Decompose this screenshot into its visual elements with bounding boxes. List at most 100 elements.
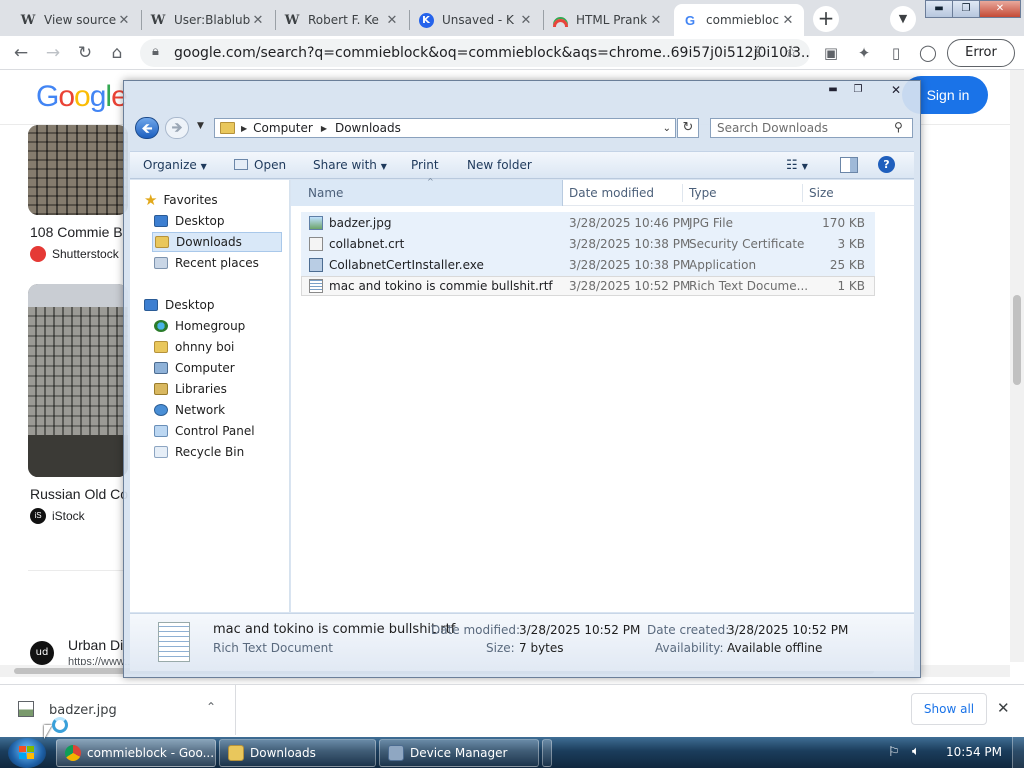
result-source-1[interactable]: Shutterstock xyxy=(30,246,119,262)
back-button[interactable]: 🡸 xyxy=(135,117,159,139)
tab-html-prank[interactable]: HTML Prank ✕ xyxy=(544,4,672,36)
window-minimize-button[interactable]: ▬ xyxy=(925,0,953,18)
forward-arrow-icon[interactable]: → xyxy=(42,42,64,64)
file-row[interactable]: CollabnetCertInstaller.exe 3/28/2025 10:… xyxy=(301,255,875,275)
search-downloads-input[interactable]: Search Downloads xyxy=(710,118,913,138)
close-tab-icon[interactable]: ✕ xyxy=(780,13,796,28)
nav-ohnny-boi[interactable]: ohnny boi xyxy=(154,337,234,357)
nav-homegroup[interactable]: Homegroup xyxy=(154,316,245,336)
share-icon[interactable]: ⇪ xyxy=(752,43,765,61)
recent-pages-chevron-icon[interactable]: ▼ xyxy=(197,121,204,131)
nav-network[interactable]: Network xyxy=(154,400,225,420)
column-header-size[interactable]: Size xyxy=(809,186,834,200)
forward-button[interactable]: 🡺 xyxy=(165,117,189,139)
explorer-minimize-button[interactable]: ▬ xyxy=(821,83,845,99)
nav-downloads[interactable]: Downloads xyxy=(152,232,282,252)
breadcrumb-computer[interactable]: Computer xyxy=(253,121,313,135)
help-icon[interactable]: ? xyxy=(878,156,895,173)
address-bar[interactable]: 🔒︎ google.com/search?q=commieblock&oq=co… xyxy=(140,39,810,67)
taskbar-downloads[interactable]: Downloads xyxy=(219,739,376,767)
column-header-type[interactable]: Type xyxy=(689,186,717,200)
nav-desktop-fav[interactable]: Desktop xyxy=(154,211,225,231)
show-desktop-button[interactable] xyxy=(1012,737,1024,768)
explorer-maximize-button[interactable]: ❐ xyxy=(846,83,870,99)
bookmark-star-icon[interactable]: ☆ xyxy=(784,42,798,61)
column-header-date[interactable]: Date modified xyxy=(569,186,654,200)
clock[interactable]: 10:54 PM xyxy=(946,745,1002,759)
nav-recycle-bin[interactable]: Recycle Bin xyxy=(154,442,244,462)
file-row[interactable]: collabnet.crt 3/28/2025 10:38 PM Securit… xyxy=(301,234,875,254)
nav-control-panel[interactable]: Control Panel xyxy=(154,421,255,441)
new-folder-button[interactable]: New folder xyxy=(467,158,532,172)
close-tab-icon[interactable]: ✕ xyxy=(648,13,664,28)
window-close-button[interactable]: ✕ xyxy=(979,0,1021,18)
windows-logo-quadrant xyxy=(19,753,26,759)
tab-label: Robert F. Ke xyxy=(308,13,379,27)
close-tab-icon[interactable]: ✕ xyxy=(250,13,266,28)
file-row-focused[interactable]: mac and tokino is commie bullshit.rtf 3/… xyxy=(301,276,875,296)
user-folder-icon xyxy=(154,341,168,353)
address-breadcrumb-bar[interactable]: ▶ Computer ▶ Downloads ⌄ xyxy=(214,118,676,138)
breadcrumb-downloads[interactable]: Downloads xyxy=(335,121,401,135)
nav-recent-places[interactable]: Recent places xyxy=(154,253,259,273)
page-scrollbar-thumb[interactable] xyxy=(1013,295,1021,385)
page-scrollbar[interactable] xyxy=(1010,70,1024,662)
taskbar-device-manager[interactable]: Device Manager xyxy=(379,739,539,767)
tab-unsaved-kahoot[interactable]: K Unsaved - K ✕ xyxy=(410,4,542,36)
search-icon[interactable]: ⚲ xyxy=(894,120,903,134)
close-tab-icon[interactable]: ✕ xyxy=(384,13,400,28)
breadcrumb-arrow-icon[interactable]: ▶ xyxy=(321,124,327,133)
profile-avatar-icon[interactable]: ◯ xyxy=(917,42,939,64)
result-caption-3[interactable]: Urban Di xyxy=(68,637,123,653)
taskbar-chrome[interactable]: commieblock - Goo... xyxy=(56,739,216,767)
tab-view-source[interactable]: W View source ✕ xyxy=(12,4,140,36)
new-tab-button[interactable]: + xyxy=(813,6,839,32)
print-button[interactable]: Print xyxy=(411,158,439,172)
urban-site-icon: ud xyxy=(30,641,54,665)
preview-pane-icon[interactable] xyxy=(840,157,858,173)
result-caption-2[interactable]: Russian Old Co xyxy=(30,486,128,502)
result-image-2[interactable] xyxy=(28,284,128,477)
start-button[interactable] xyxy=(8,738,46,768)
tab-commieblock[interactable]: G commiebloc ✕ xyxy=(674,4,804,36)
nav-desktop[interactable]: Desktop xyxy=(144,295,215,315)
action-center-flag-icon[interactable]: ⚐ xyxy=(888,745,900,760)
window-restore-button[interactable]: ❐ xyxy=(952,0,980,18)
nav-libraries[interactable]: Libraries xyxy=(154,379,227,399)
show-all-downloads-button[interactable]: Show all xyxy=(911,693,987,725)
close-tab-icon[interactable]: ✕ xyxy=(116,13,132,28)
close-download-shelf-icon[interactable]: ✕ xyxy=(997,699,1010,717)
download-item[interactable]: badzer.jpg ⌃ xyxy=(0,685,236,735)
column-header-name[interactable]: Name ^ xyxy=(291,177,563,206)
taskbar-extra-button[interactable] xyxy=(542,739,552,767)
side-panel-icon[interactable]: ▯ xyxy=(885,42,907,64)
explorer-close-button[interactable]: ✕ xyxy=(881,83,911,99)
result-image-1[interactable] xyxy=(28,125,128,215)
result-caption-1[interactable]: 108 Commie B xyxy=(30,224,123,240)
organize-button[interactable]: Organize ▼ xyxy=(143,158,207,172)
tab-user-blablub[interactable]: W User:Blablub ✕ xyxy=(142,4,274,36)
tab-robert-f-kennedy[interactable]: W Robert F. Ke ✕ xyxy=(276,4,408,36)
reload-icon[interactable]: ↻ xyxy=(74,42,96,64)
google-logo[interactable]: Google xyxy=(36,80,128,114)
change-view-icon[interactable]: ☷ ▼ xyxy=(786,158,808,173)
download-options-chevron-icon[interactable]: ⌃ xyxy=(206,700,216,714)
home-icon[interactable]: ⌂ xyxy=(106,42,128,64)
file-row[interactable]: badzer.jpg 3/28/2025 10:46 PM JPG File 1… xyxy=(301,213,875,233)
taskbar-label: commieblock - Goo... xyxy=(87,746,215,760)
open-button[interactable]: Open xyxy=(234,158,286,172)
share-with-button[interactable]: Share with ▼ xyxy=(313,158,387,172)
extension-icon[interactable]: ▣ xyxy=(820,42,842,64)
google-icon: G xyxy=(684,12,696,28)
close-tab-icon[interactable]: ✕ xyxy=(518,13,534,28)
nav-computer[interactable]: Computer xyxy=(154,358,235,378)
extensions-puzzle-icon[interactable]: ✦ xyxy=(853,42,875,64)
back-arrow-icon[interactable]: ← xyxy=(10,42,32,64)
tab-search-chevron-icon[interactable]: ▼ xyxy=(890,6,916,32)
address-dropdown-chevron-icon[interactable]: ⌄ xyxy=(663,123,671,134)
refresh-icon[interactable]: ↻ xyxy=(677,118,699,138)
profile-error-button[interactable]: Error xyxy=(947,39,1015,67)
result-source-2[interactable]: iS iStock xyxy=(30,508,85,524)
nav-favorites[interactable]: ★ Favorites xyxy=(144,190,218,210)
speaker-muted-icon[interactable]: 🔈︎ xyxy=(912,744,920,759)
